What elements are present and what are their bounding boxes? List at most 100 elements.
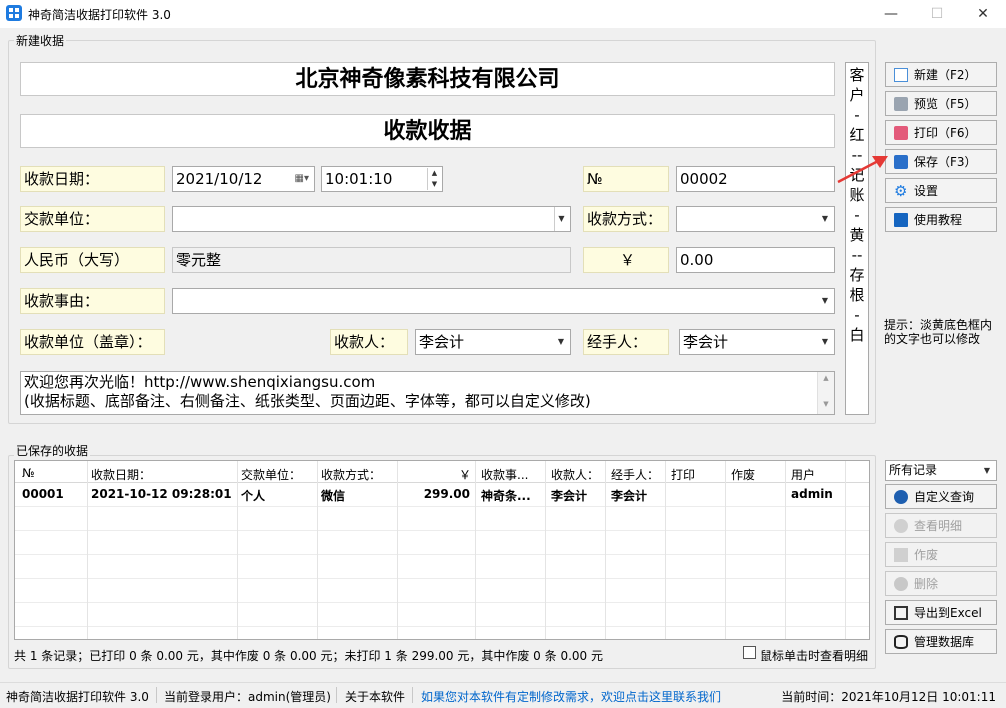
col-header-handler[interactable]: 经手人： bbox=[611, 466, 659, 483]
void-button[interactable]: 作废 bbox=[885, 542, 997, 567]
chevron-down-icon[interactable]: ▼ bbox=[980, 461, 994, 480]
payer-label[interactable]: 交款单位： bbox=[20, 206, 165, 232]
col-header-method[interactable]: 收款方式： bbox=[321, 466, 381, 483]
void-icon bbox=[894, 548, 908, 562]
receiver-value: 李会计 bbox=[419, 333, 465, 351]
close-button[interactable]: ✕ bbox=[960, 0, 1006, 28]
amount-input[interactable]: 0.00 bbox=[676, 247, 835, 273]
saved-receipts-group-label: 已保存的收据 bbox=[14, 442, 91, 459]
printer-icon bbox=[894, 126, 908, 140]
col-header-payer[interactable]: 交款单位： bbox=[241, 466, 301, 483]
tutorial-button-label: 使用教程 bbox=[914, 213, 963, 227]
note-line-1: 欢迎您再次光临！http://www.shenqixiangsu.com bbox=[24, 373, 376, 391]
method-label[interactable]: 收款方式： bbox=[583, 206, 669, 232]
print-button[interactable]: 打印（F6） bbox=[885, 120, 997, 145]
table-row-line bbox=[15, 578, 869, 579]
click-detail-label[interactable]: 鼠标单击时查看明细 bbox=[760, 647, 868, 664]
reason-combobox[interactable]: ▼ bbox=[172, 288, 835, 314]
table-row-line bbox=[15, 554, 869, 555]
chevron-down-icon[interactable]: ▼ bbox=[554, 330, 568, 354]
col-header-date[interactable]: 收款日期： bbox=[91, 466, 151, 483]
cell-amount: 299.00 bbox=[423, 487, 470, 501]
status-separator bbox=[156, 687, 157, 703]
export-excel-button[interactable]: 导出到Excel bbox=[885, 600, 997, 625]
receiver-select[interactable]: 李会计 ▼ bbox=[415, 329, 571, 355]
calendar-icon[interactable]: ▦▾ bbox=[295, 167, 309, 191]
col-header-printed[interactable]: 打印 bbox=[671, 466, 695, 483]
side-note-char: 黄 bbox=[849, 226, 865, 244]
col-header-amount[interactable]: ￥ bbox=[459, 466, 471, 483]
status-separator bbox=[336, 687, 337, 703]
chevron-down-icon[interactable]: ▼ bbox=[818, 207, 832, 231]
col-header-no[interactable]: № bbox=[22, 466, 34, 480]
side-note-char: - bbox=[854, 106, 860, 124]
yen-label[interactable]: ￥ bbox=[583, 247, 669, 273]
col-header-receiver[interactable]: 收款人： bbox=[551, 466, 599, 483]
book-icon bbox=[894, 213, 908, 227]
chevron-down-icon[interactable]: ▼ bbox=[818, 289, 832, 313]
void-label: 作废 bbox=[914, 548, 939, 562]
date-label[interactable]: 收款日期： bbox=[20, 166, 165, 192]
tutorial-button[interactable]: 使用教程 bbox=[885, 207, 997, 232]
date-picker[interactable]: 2021/10/12 ▦▾ bbox=[172, 166, 315, 192]
new-receipt-group bbox=[8, 40, 876, 424]
method-select[interactable]: ▼ bbox=[676, 206, 835, 232]
company-title-field[interactable]: 北京神奇像素科技有限公司 bbox=[20, 62, 835, 96]
preview-button-label: 预览（F5） bbox=[914, 97, 977, 111]
col-header-user[interactable]: 用户 bbox=[791, 466, 815, 483]
settings-button[interactable]: ⚙ 设置 bbox=[885, 178, 997, 203]
save-button[interactable]: 保存（F3） bbox=[885, 149, 997, 174]
about-link[interactable]: 关于本软件 bbox=[345, 688, 405, 705]
spinner-icon[interactable]: ▲ ▼ bbox=[427, 168, 441, 190]
col-header-reason[interactable]: 收款事... bbox=[481, 466, 528, 483]
table-row-line bbox=[15, 530, 869, 531]
custom-query-button[interactable]: 自定义查询 bbox=[885, 484, 997, 509]
red-arrow-save bbox=[837, 156, 888, 184]
col-header-void[interactable]: 作废 bbox=[731, 466, 755, 483]
status-current-time: 当前时间：2021年10月12日 10:01:11 bbox=[781, 690, 996, 704]
bottom-note-textarea[interactable]: 欢迎您再次光临！http://www.shenqixiangsu.com (收据… bbox=[20, 371, 835, 415]
filter-select[interactable]: 所有记录 ▼ bbox=[885, 460, 997, 481]
receipt-title-field[interactable]: 收款收据 bbox=[20, 114, 835, 148]
time-input[interactable]: 10:01:10 ▲ ▼ bbox=[321, 166, 443, 192]
cell-receiver: 李会计 bbox=[551, 489, 588, 503]
receiver-label[interactable]: 收款人： bbox=[330, 329, 408, 355]
minimize-button[interactable]: — bbox=[868, 0, 914, 28]
gear-icon: ⚙ bbox=[894, 182, 908, 200]
view-detail-button[interactable]: 查看明细 bbox=[885, 513, 997, 538]
side-note-char: 客 bbox=[849, 66, 865, 84]
cell-reason: 神奇条... bbox=[481, 489, 531, 503]
side-note-char: - bbox=[854, 306, 860, 324]
new-button[interactable]: 新建（F2） bbox=[885, 62, 997, 87]
manage-db-button[interactable]: 管理数据库 bbox=[885, 629, 997, 654]
delete-button[interactable]: 删除 bbox=[885, 571, 997, 596]
rmb-label[interactable]: 人民币（大写） bbox=[20, 247, 165, 273]
handler-label[interactable]: 经手人： bbox=[583, 329, 669, 355]
rmb-uppercase-field: 零元整 bbox=[172, 247, 571, 273]
printer-icon bbox=[894, 97, 908, 111]
chevron-down-icon[interactable]: ▼ bbox=[818, 330, 832, 354]
note-scrollbar[interactable]: ▲ ▼ bbox=[817, 372, 834, 414]
number-input[interactable]: 00002 bbox=[676, 166, 835, 192]
settings-button-label: 设置 bbox=[914, 184, 939, 198]
side-note-char: 红 bbox=[849, 126, 865, 144]
maximize-button[interactable]: ☐ bbox=[914, 0, 960, 28]
stamp-label[interactable]: 收款单位（盖章）： bbox=[20, 329, 165, 355]
side-note-field[interactable]: 客户 - 红 -- 记账 - 黄 -- 存根 - 白 bbox=[845, 62, 869, 415]
contact-link[interactable]: 如果您对本软件有定制修改需求，欢迎点击这里联系我们 bbox=[421, 688, 721, 705]
side-note-char: -- bbox=[851, 246, 863, 264]
click-detail-checkbox[interactable] bbox=[743, 646, 756, 659]
preview-button[interactable]: 预览（F5） bbox=[885, 91, 997, 116]
saved-receipts-table[interactable]: № 收款日期： 交款单位： 收款方式： ￥ 收款事... 收款人： 经手人： 打… bbox=[14, 460, 870, 640]
export-label: 导出到Excel bbox=[914, 606, 982, 620]
handler-select[interactable]: 李会计 ▼ bbox=[679, 329, 835, 355]
app-icon bbox=[6, 5, 22, 21]
note-line-2: (收据标题、底部备注、右侧备注、纸张类型、页面边距、字体等，都可以自定义修改) bbox=[24, 392, 591, 410]
new-document-icon bbox=[894, 68, 908, 82]
chevron-down-icon[interactable]: ▼ bbox=[554, 207, 568, 231]
reason-label[interactable]: 收款事由： bbox=[20, 288, 165, 314]
side-note-char: 根 bbox=[849, 286, 865, 304]
payer-combobox[interactable]: ▼ bbox=[172, 206, 571, 232]
database-icon bbox=[894, 635, 908, 649]
table-row-line bbox=[15, 506, 869, 507]
